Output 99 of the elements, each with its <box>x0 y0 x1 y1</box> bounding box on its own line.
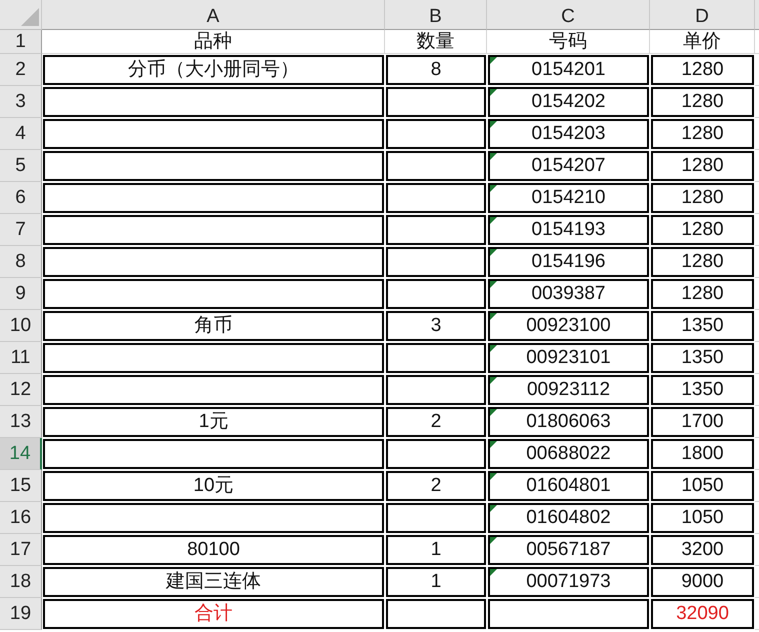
table-cell[interactable]: 1280 <box>651 87 754 117</box>
table-cell[interactable]: 1280 <box>651 55 754 85</box>
row-header[interactable]: 7 <box>0 214 42 246</box>
table-cell[interactable]: 00923112 <box>488 375 649 405</box>
table-cell[interactable]: 0039387 <box>488 279 649 309</box>
column-header[interactable]: A <box>42 0 385 30</box>
row-header[interactable]: 17 <box>0 534 42 566</box>
table-cell[interactable]: 8 <box>386 55 486 85</box>
table-cell[interactable]: 分币（大小册同号） <box>43 55 384 85</box>
row-header[interactable]: 10 <box>0 310 42 342</box>
table-cell[interactable] <box>43 343 384 373</box>
table-cell[interactable] <box>386 215 486 245</box>
table-cell[interactable] <box>386 375 486 405</box>
table-cell[interactable]: 1050 <box>651 471 754 501</box>
table-cell[interactable]: 1280 <box>651 119 754 149</box>
table-cell[interactable]: 建国三连体 <box>43 567 384 597</box>
table-cell[interactable] <box>43 439 384 469</box>
table-cell[interactable]: 2 <box>386 471 486 501</box>
table-cell[interactable]: 00923101 <box>488 343 649 373</box>
table-cell[interactable]: 01604802 <box>488 503 649 533</box>
table-cell[interactable]: 1280 <box>651 183 754 213</box>
table-cell[interactable]: 号码 <box>487 30 649 53</box>
table-cell[interactable]: 合计 <box>43 599 384 629</box>
table-cell[interactable]: 0154193 <box>488 215 649 245</box>
table-cell[interactable] <box>386 439 486 469</box>
row-header[interactable]: 13 <box>0 406 42 438</box>
table-cell[interactable]: 1280 <box>651 279 754 309</box>
table-cell[interactable] <box>386 151 486 181</box>
table-cell[interactable] <box>386 119 486 149</box>
table-cell[interactable]: 9000 <box>651 567 754 597</box>
row-header[interactable]: 5 <box>0 150 42 182</box>
table-cell[interactable]: 1 <box>386 535 486 565</box>
table-cell[interactable]: 00923100 <box>488 311 649 341</box>
table-cell[interactable]: 1280 <box>651 247 754 277</box>
table-cell[interactable] <box>43 183 384 213</box>
table-cell[interactable]: 2 <box>386 407 486 437</box>
table-cell[interactable]: 0154207 <box>488 151 649 181</box>
table-cell[interactable]: 80100 <box>43 535 384 565</box>
table-cell[interactable]: 0154202 <box>488 87 649 117</box>
table-cell[interactable] <box>43 215 384 245</box>
row-header[interactable]: 2 <box>0 54 42 86</box>
table-cell[interactable]: 1800 <box>651 439 754 469</box>
table-cell[interactable] <box>43 119 384 149</box>
table-cell[interactable] <box>386 183 486 213</box>
table-cell[interactable]: 0154196 <box>488 247 649 277</box>
row-header[interactable]: 12 <box>0 374 42 406</box>
column-header[interactable]: C <box>487 0 650 30</box>
table-cell[interactable]: 00567187 <box>488 535 649 565</box>
row-header[interactable]: 11 <box>0 342 42 374</box>
table-cell[interactable] <box>386 279 486 309</box>
table-cell[interactable]: 1050 <box>651 503 754 533</box>
table-cell[interactable]: 1元 <box>43 407 384 437</box>
table-cell[interactable]: 0154210 <box>488 183 649 213</box>
row-header[interactable]: 4 <box>0 118 42 150</box>
row-header[interactable]: 14 <box>0 438 42 470</box>
table-cell[interactable]: 1350 <box>651 375 754 405</box>
table-cell[interactable]: 32090 <box>651 599 754 629</box>
table-cell[interactable]: 01604801 <box>488 471 649 501</box>
table-cell[interactable]: 1700 <box>651 407 754 437</box>
row-header[interactable]: 16 <box>0 502 42 534</box>
row-header[interactable]: 3 <box>0 86 42 118</box>
table-cell[interactable]: 1350 <box>651 311 754 341</box>
column-header[interactable]: B <box>385 0 487 30</box>
table-cell[interactable] <box>43 247 384 277</box>
row-header[interactable]: 18 <box>0 566 42 598</box>
table-cell[interactable]: 1280 <box>651 151 754 181</box>
table-cell[interactable] <box>43 87 384 117</box>
table-cell[interactable] <box>386 87 486 117</box>
table-cell[interactable] <box>43 279 384 309</box>
table-cell[interactable]: 01806063 <box>488 407 649 437</box>
row-header[interactable]: 9 <box>0 278 42 310</box>
row-header[interactable]: 6 <box>0 182 42 214</box>
table-cell[interactable]: 1 <box>386 567 486 597</box>
table-cell[interactable]: 3200 <box>651 535 754 565</box>
row-header[interactable]: 15 <box>0 470 42 502</box>
table-cell[interactable]: 角币 <box>43 311 384 341</box>
table-cell[interactable]: 数量 <box>385 30 486 53</box>
table-cell[interactable]: 10元 <box>43 471 384 501</box>
table-cell[interactable] <box>488 599 649 629</box>
column-header[interactable]: D <box>650 0 755 30</box>
table-cell[interactable] <box>43 375 384 405</box>
table-cell[interactable] <box>43 503 384 533</box>
table-cell[interactable]: 3 <box>386 311 486 341</box>
table-cell[interactable]: 00071973 <box>488 567 649 597</box>
table-cell[interactable]: 品种 <box>42 30 384 53</box>
table-cell[interactable] <box>386 599 486 629</box>
table-cell[interactable] <box>386 343 486 373</box>
table-cell[interactable]: 单价 <box>650 30 754 53</box>
row-header[interactable]: 1 <box>0 30 42 54</box>
table-cell[interactable] <box>386 247 486 277</box>
row-header[interactable]: 8 <box>0 246 42 278</box>
row-header[interactable]: 19 <box>0 598 42 630</box>
table-cell[interactable] <box>386 503 486 533</box>
table-cell[interactable] <box>43 151 384 181</box>
table-cell[interactable]: 0154201 <box>488 55 649 85</box>
table-cell[interactable]: 1350 <box>651 343 754 373</box>
table-cell[interactable]: 0154203 <box>488 119 649 149</box>
table-cell[interactable]: 00688022 <box>488 439 649 469</box>
table-cell[interactable]: 1280 <box>651 215 754 245</box>
